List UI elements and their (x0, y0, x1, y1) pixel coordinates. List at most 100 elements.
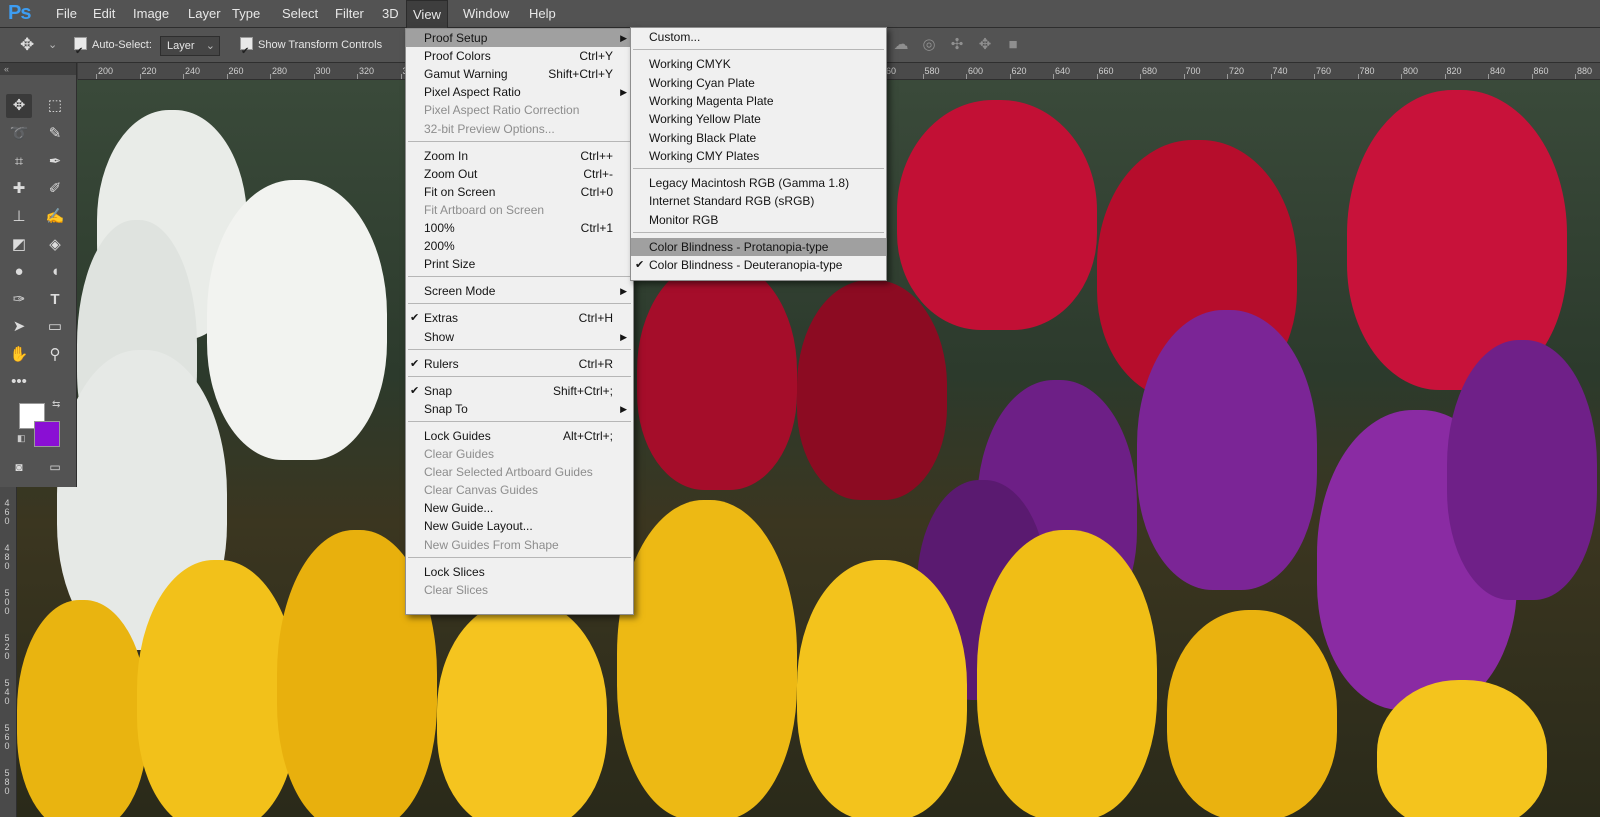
view-menu-item-new-guide[interactable]: New Guide... (406, 499, 633, 517)
purple-tulip (1137, 310, 1317, 590)
view-menu-item-gamut-warning[interactable]: Gamut Warning Shift+Ctrl+Y (406, 65, 633, 83)
menu-view[interactable]: View (406, 0, 448, 28)
view-menu-item-100[interactable]: 100% Ctrl+1 (406, 219, 633, 237)
screen-mode-icon[interactable]: ▭ (42, 455, 68, 479)
menu-edit[interactable]: Edit (87, 0, 121, 27)
roll-3d-icon[interactable]: ◎ (920, 36, 938, 54)
healing-brush-tool-icon[interactable]: ✚ (6, 177, 32, 201)
show-transform-checkbox[interactable] (240, 35, 253, 69)
hand-tool-icon[interactable]: ✋ (6, 343, 32, 367)
proof-setup-item-color-blindness-protanopia-type[interactable]: Color Blindness - Protanopia-type (631, 238, 886, 256)
view-menu-item-lock-guides[interactable]: Lock Guides Alt+Ctrl+; (406, 427, 633, 445)
toolbox-collapse-grip[interactable]: « (0, 63, 76, 75)
menu-image[interactable]: Image (127, 0, 175, 27)
ruler-tick-mark (1401, 74, 1402, 79)
proof-setup-item-color-blindness-deuteranopia-type[interactable]: ✔ Color Blindness - Deuteranopia-type (631, 256, 886, 274)
move-tool-icon[interactable]: ✥ (20, 28, 34, 62)
eraser-tool-icon[interactable]: ◩ (6, 233, 32, 257)
move-tool-icon[interactable]: ✥ (6, 94, 32, 118)
view-menu-item-new-guide-layout[interactable]: New Guide Layout... (406, 517, 633, 535)
drag-3d-icon[interactable]: ✣ (948, 36, 966, 54)
photoshop-logo: Ps (8, 2, 31, 24)
proof-setup-item-internet-standard-rgb-srgb[interactable]: Internet Standard RGB (sRGB) (631, 192, 886, 210)
purple-tulip (1447, 340, 1597, 600)
quick-select-tool-icon[interactable]: ✎ (42, 122, 68, 146)
more-tools-icon[interactable]: ••• (6, 370, 32, 394)
paint-bucket-tool-icon[interactable]: ◈ (42, 233, 68, 257)
yellow-tulip (797, 560, 967, 817)
ruler-tick-label: 700 (1185, 66, 1201, 76)
ruler-tick-mark (270, 74, 271, 79)
slide-3d-icon[interactable]: ✥ (976, 36, 994, 54)
history-brush-tool-icon[interactable]: ✍ (42, 205, 68, 229)
proof-setup-item-monitor-rgb[interactable]: Monitor RGB (631, 211, 886, 229)
view-menu-item-fit-on-screen[interactable]: Fit on Screen Ctrl+0 (406, 183, 633, 201)
view-menu-item-snap[interactable]: ✔ Snap Shift+Ctrl+; (406, 382, 633, 400)
proof-setup-item-custom[interactable]: Custom... (631, 28, 886, 46)
background-color-swatch[interactable] (34, 421, 60, 447)
proof-setup-item-working-yellow-plate[interactable]: Working Yellow Plate (631, 110, 886, 128)
view-menu-item-snap-to[interactable]: Snap To ▶ (406, 400, 633, 418)
ruler-tick-mark (1314, 74, 1315, 79)
video-camera-icon[interactable]: ■ (1004, 36, 1022, 54)
brush-tool-icon[interactable]: ✐ (42, 177, 68, 201)
tool-preset-chevron-icon[interactable]: ⌄ (48, 28, 57, 62)
ruler-tick-label: 680 (1142, 66, 1158, 76)
show-transform-option[interactable]: Show Transform Controls (240, 28, 382, 69)
view-menu-item-proof-colors[interactable]: Proof Colors Ctrl+Y (406, 47, 633, 65)
proof-setup-item-working-cyan-plate[interactable]: Working Cyan Plate (631, 74, 886, 92)
view-menu-item-print-size[interactable]: Print Size (406, 255, 633, 273)
menu-window[interactable]: Window (457, 0, 515, 27)
auto-select-option[interactable]: Auto-Select: (74, 28, 152, 69)
ruler-tick-mark (1488, 74, 1489, 79)
proof-setup-item-working-black-plate[interactable]: Working Black Plate (631, 129, 886, 147)
menu-select[interactable]: Select (276, 0, 324, 27)
path-select-tool-icon[interactable]: ➤ (6, 315, 32, 339)
menu-file[interactable]: File (50, 0, 83, 27)
dodge-tool-icon[interactable]: ◖ (42, 260, 68, 284)
orbit-3d-icon[interactable]: ☁ (892, 36, 910, 54)
view-menu-item-zoom-out[interactable]: Zoom Out Ctrl+- (406, 165, 633, 183)
menu-item-shortcut: Shift+Ctrl+; (552, 383, 613, 398)
menu-3d[interactable]: 3D (376, 0, 405, 27)
crop-tool-icon[interactable]: ⌗ (6, 150, 32, 174)
blur-tool-icon[interactable]: ● (6, 260, 32, 284)
proof-setup-item-working-magenta-plate[interactable]: Working Magenta Plate (631, 92, 886, 110)
clone-stamp-tool-icon[interactable]: ⊥ (6, 205, 32, 229)
swap-colors-icon[interactable]: ⇆ (52, 399, 60, 410)
submenu-arrow-icon: ▶ (620, 331, 627, 342)
view-menu-item-pixel-aspect-ratio[interactable]: Pixel Aspect Ratio ▶ (406, 83, 633, 101)
menu-layer[interactable]: Layer (182, 0, 227, 27)
default-colors-icon[interactable]: ◧ (17, 433, 26, 444)
menu-filter[interactable]: Filter (329, 0, 370, 27)
type-tool-icon[interactable]: T (42, 288, 68, 312)
view-menu-item-new-guides-from-shape: New Guides From Shape (406, 536, 633, 554)
auto-select-checkbox[interactable] (74, 35, 87, 69)
view-menu-item-show[interactable]: Show ▶ (406, 328, 633, 346)
rectangle-tool-icon[interactable]: ▭ (42, 315, 68, 339)
vertical-ruler[interactable]: 460 480 500 520 540 560 580 (0, 487, 17, 817)
menu-type[interactable]: Type (226, 0, 266, 27)
eyedropper-tool-icon[interactable]: ✒ (42, 150, 68, 174)
ruler-tick-mark (400, 74, 402, 79)
view-menu-item-200[interactable]: 200% (406, 237, 633, 255)
proof-setup-item-working-cmyk[interactable]: Working CMYK (631, 55, 886, 73)
auto-select-target-dropdown[interactable]: Layer ⌄ (160, 36, 220, 56)
ruler-tick-label: 220 (141, 66, 157, 76)
zoom-tool-icon[interactable]: ⚲ (42, 343, 68, 367)
view-menu-item-zoom-in[interactable]: Zoom In Ctrl++ (406, 147, 633, 165)
view-menu-item-screen-mode[interactable]: Screen Mode ▶ (406, 282, 633, 300)
view-menu-item-proof-setup[interactable]: Proof Setup ▶ (406, 29, 633, 47)
lasso-tool-icon[interactable]: ➰ (6, 122, 32, 146)
view-menu-item-lock-slices[interactable]: Lock Slices (406, 563, 633, 581)
view-menu-item-rulers[interactable]: ✔ Rulers Ctrl+R (406, 355, 633, 373)
quick-mask-icon[interactable]: ◙ (6, 455, 32, 479)
proof-setup-item-working-cmy-plates[interactable]: Working CMY Plates (631, 147, 886, 165)
menu-separator (408, 303, 631, 305)
view-menu-item-extras[interactable]: ✔ Extras Ctrl+H (406, 309, 633, 327)
rect-marquee-tool-icon[interactable]: ⬚ (42, 94, 68, 118)
menu-item-label: Legacy Macintosh RGB (Gamma 1.8) (649, 176, 850, 191)
proof-setup-item-legacy-macintosh-rgb-gamma-1-8[interactable]: Legacy Macintosh RGB (Gamma 1.8) (631, 174, 886, 192)
pen-tool-icon[interactable]: ✑ (6, 288, 32, 312)
menu-help[interactable]: Help (523, 0, 562, 27)
